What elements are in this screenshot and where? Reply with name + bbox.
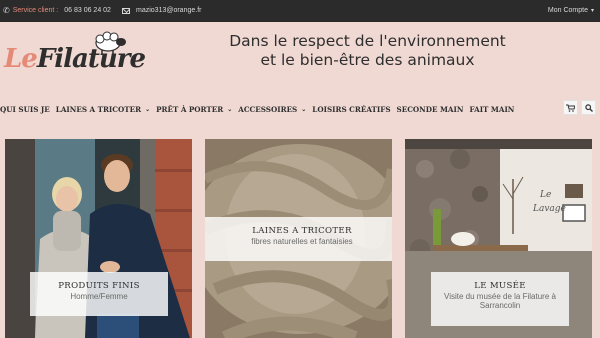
nav-label: SECONDE MAIN: [396, 104, 464, 114]
card-title: PRODUITS FINIS: [58, 281, 140, 291]
card-produits-finis[interactable]: PRODUITS FINIS Homme/Femme: [5, 139, 192, 338]
account-menu[interactable]: Mon Compte ▾: [548, 0, 594, 22]
logo-le: Le: [4, 44, 38, 74]
mail-icon: [122, 8, 130, 14]
phone-icon: ✆: [3, 6, 10, 15]
nav-label: ACCESSOIRES: [238, 104, 298, 114]
card-subtitle: Homme/Femme: [70, 292, 128, 301]
nav-item-pret-a-porter[interactable]: PRÊT À PORTER ⌄: [156, 105, 232, 114]
site-logo[interactable]: LeFilature: [4, 30, 146, 80]
search-button[interactable]: [581, 100, 596, 115]
card-title: LAINES A TRICOTER: [252, 226, 352, 236]
nav-item-laines-a-tricoter[interactable]: LAINES A TRICOTER ⌄: [56, 105, 150, 114]
nav-item-fait-main[interactable]: FAIT MAIN: [469, 105, 514, 114]
card-le-musee[interactable]: Le Lavage LE MUSÉE Visite du musée de la…: [405, 139, 592, 338]
header-tagline: Dans le respect de l'environnement et le…: [200, 32, 535, 70]
logo-wordmark: LeFilature: [4, 44, 146, 74]
email-address[interactable]: mazio313@orange.fr: [136, 0, 201, 22]
logo-filature: Filature: [36, 44, 146, 74]
nav-item-seconde-main[interactable]: SECONDE MAIN: [397, 105, 464, 114]
card-label: PRODUITS FINIS Homme/Femme: [30, 272, 168, 316]
chevron-down-icon: ⌄: [301, 105, 307, 113]
nav-label: PRÊT À PORTER: [156, 104, 224, 114]
card-laines-a-tricoter[interactable]: LAINES A TRICOTER fibres naturelles et f…: [205, 139, 392, 338]
chevron-down-icon: ▾: [590, 8, 594, 14]
account-label: Mon Compte: [547, 7, 588, 14]
nav-item-qui-suis-je[interactable]: QUI SUIS JE: [0, 105, 50, 114]
card-label: LE MUSÉE Visite du musée de la Filature …: [431, 272, 569, 326]
nav-item-accessoires[interactable]: ACCESSOIRES ⌄: [238, 105, 306, 114]
svg-text:Le: Le: [539, 190, 551, 200]
chevron-down-icon: ⌄: [145, 105, 151, 113]
service-contact: ✆ Service client : 06 83 06 24 02: [3, 0, 111, 22]
search-icon: [584, 103, 593, 112]
chevron-down-icon: ⌄: [227, 105, 233, 113]
nav-label: QUI SUIS JE: [0, 104, 50, 114]
card-title: LE MUSÉE: [474, 281, 526, 291]
phone-number[interactable]: 06 83 06 24 02: [64, 0, 111, 22]
svg-text:Lavage: Lavage: [532, 204, 566, 214]
nav-label: LAINES A TRICOTER: [55, 104, 142, 114]
email-contact: mazio313@orange.fr: [122, 0, 201, 22]
service-label: Service client :: [12, 7, 59, 14]
main-nav: QUI SUIS JE LAINES A TRICOTER ⌄ PRÊT À PO…: [0, 98, 600, 120]
tagline-line-2: et le bien-être des animaux: [260, 51, 475, 69]
card-subtitle: fibres naturelles et fantaisies: [251, 237, 353, 246]
tagline-line-1: Dans le respect de l'environnement: [229, 32, 506, 50]
nav-label: LOISIRS CRÉATIFS: [312, 104, 391, 114]
card-label: LAINES A TRICOTER fibres naturelles et f…: [205, 217, 392, 261]
top-bar: ✆ Service client : 06 83 06 24 02 mazio3…: [0, 0, 600, 22]
cart-icon: [566, 104, 575, 112]
nav-label: FAIT MAIN: [469, 104, 515, 114]
cart-button[interactable]: [563, 100, 578, 115]
nav-item-loisirs-creatifs[interactable]: LOISIRS CRÉATIFS: [312, 105, 390, 114]
card-subtitle: Visite du musée de la Filature à Sarranc…: [444, 292, 556, 310]
